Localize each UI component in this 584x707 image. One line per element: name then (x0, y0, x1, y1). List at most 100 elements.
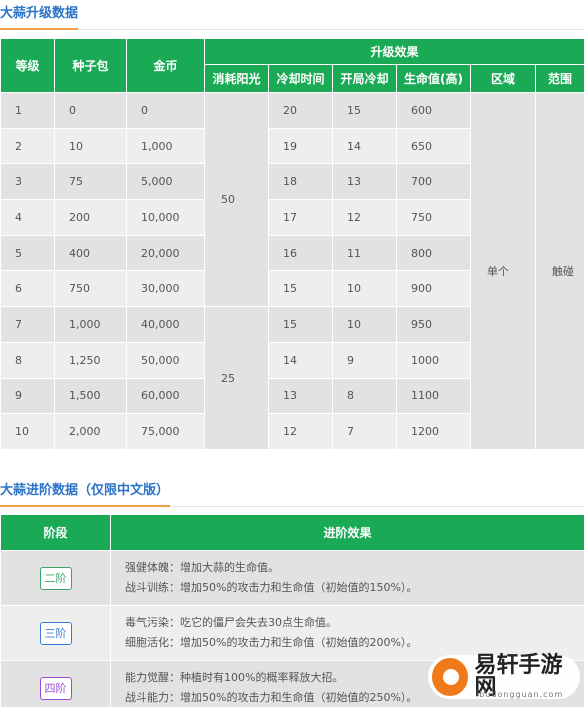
effect-line: 细胞活化：增加50%的攻击力和生命值（初始值的200%）。 (125, 636, 418, 649)
cell-seeds: 1,000 (54, 306, 127, 343)
cell-hp: 1100 (396, 377, 471, 415)
cell-cooldown: 16 (268, 234, 333, 272)
cell-cooldown: 14 (268, 341, 333, 379)
cell-cooldown: 19 (268, 127, 333, 165)
cell-level: 6 (0, 270, 55, 308)
cell-seeds: 0 (54, 92, 127, 129)
cell-gold: 0 (126, 92, 205, 129)
cell-seeds: 10 (54, 127, 127, 165)
cell-start-cooldown: 9 (332, 341, 397, 379)
stage-badge: 二阶 (39, 566, 72, 590)
effect-line: 毒气污染：吃它的僵尸会失去30点生命值。 (125, 616, 337, 629)
cell-area: 单个 (470, 92, 536, 450)
cell-hp: 800 (396, 234, 471, 272)
stage-badge: 三阶 (39, 621, 72, 645)
cell-cooldown: 15 (268, 270, 333, 308)
cell-gold: 1,000 (126, 127, 205, 165)
cell-seeds: 200 (54, 199, 127, 236)
title-rule (0, 29, 584, 30)
header-effect: 进阶效果 (110, 514, 584, 551)
table-row: 二阶 强健体魄：增加大蒜的生命值。 战斗训练：增加50%的攻击力和生命值（初始值… (0, 550, 584, 606)
cell-sun-cost-group1: 50 (204, 91, 269, 308)
cell-start-cooldown: 13 (332, 163, 397, 201)
header-range: 范围 (534, 64, 584, 93)
effect-line: 战斗训练：增加50%的攻击力和生命值（初始值的150%）。 (125, 581, 418, 594)
effect-line: 强健体魄：增加大蒜的生命值。 (125, 561, 279, 574)
cell-start-cooldown: 12 (332, 199, 397, 236)
cell-level: 7 (0, 306, 55, 343)
header-area: 区域 (470, 64, 536, 93)
header-sun-cost: 消耗阳光 (204, 64, 269, 93)
cell-cooldown: 15 (268, 306, 333, 343)
cell-start-cooldown: 10 (332, 270, 397, 308)
cell-hp: 600 (396, 92, 471, 129)
header-upgrade-effect: 升级效果 (203, 38, 584, 65)
stage-badge: 四阶 (39, 676, 72, 700)
site-logo-icon (432, 658, 469, 696)
cell-seeds: 750 (54, 270, 127, 308)
cell-seeds: 75 (54, 163, 127, 201)
title-underline (0, 28, 78, 30)
cell-hp: 1200 (396, 413, 471, 450)
cell-seeds: 1,250 (54, 341, 127, 379)
upgrade-section-title: 大蒜升级数据 (0, 4, 584, 30)
cell-sun-cost-group2: 25 (204, 306, 269, 450)
cell-start-cooldown: 10 (332, 306, 397, 343)
cell-hp: 950 (396, 306, 471, 343)
header-stage: 阶段 (0, 514, 111, 551)
cell-gold: 30,000 (126, 270, 205, 308)
upgrade-table: 等级 种子包 金币 升级效果 消耗阳光 冷却时间 开局冷却 生命值(高) 区域 … (0, 38, 584, 450)
upgrade-section-title-text: 大蒜升级数据 (0, 6, 79, 21)
cell-cooldown: 18 (268, 163, 333, 201)
cell-start-cooldown: 7 (332, 413, 397, 450)
cell-level: 1 (0, 92, 55, 129)
cell-hp: 700 (396, 163, 471, 201)
cell-level: 3 (0, 163, 55, 201)
stage-cell: 二阶 (0, 550, 111, 606)
header-level: 等级 (0, 38, 55, 93)
cell-start-cooldown: 15 (332, 92, 397, 129)
stage-cell: 三阶 (0, 605, 111, 661)
cell-hp: 750 (396, 199, 471, 236)
cell-cooldown: 12 (268, 413, 333, 450)
cell-hp: 1000 (396, 341, 471, 379)
advance-section-title-text: 大蒜进阶数据（仅限中文版） (0, 483, 170, 498)
cell-hp: 650 (396, 127, 471, 165)
cell-gold: 10,000 (126, 199, 205, 236)
site-watermark: 易轩手游网 ibudongguan.com (428, 655, 580, 699)
cell-gold: 40,000 (126, 306, 205, 343)
cell-level: 5 (0, 234, 55, 272)
cell-start-cooldown: 14 (332, 127, 397, 165)
cell-gold: 60,000 (126, 377, 205, 415)
header-gold: 金币 (126, 38, 205, 93)
cell-start-cooldown: 8 (332, 377, 397, 415)
cell-gold: 50,000 (126, 341, 205, 379)
stage-cell: 四阶 (0, 660, 111, 707)
header-start-cooldown: 开局冷却 (332, 64, 397, 93)
cell-level: 2 (0, 127, 55, 165)
table-row: 1 0 0 50 20 15 600 单个 触碰 (0, 91, 584, 450)
title-underline (0, 505, 170, 507)
cell-cooldown: 17 (268, 199, 333, 236)
cell-level: 4 (0, 199, 55, 236)
cell-gold: 20,000 (126, 234, 205, 272)
cell-level: 10 (0, 413, 55, 450)
header-hp: 生命值(高) (396, 64, 471, 93)
cell-cooldown: 20 (268, 92, 333, 129)
effect-cell: 强健体魄：增加大蒜的生命值。 战斗训练：增加50%的攻击力和生命值（初始值的15… (110, 550, 584, 606)
header-seeds: 种子包 (54, 38, 127, 93)
header-cooldown: 冷却时间 (268, 64, 333, 93)
cell-range: 触碰 (534, 92, 584, 450)
cell-seeds: 2,000 (54, 413, 127, 450)
cell-level: 8 (0, 341, 55, 379)
site-watermark-url: ibudongguan.com (476, 690, 564, 699)
cell-seeds: 400 (54, 234, 127, 272)
cell-cooldown: 13 (268, 377, 333, 415)
advance-section-title: 大蒜进阶数据（仅限中文版） (0, 481, 584, 507)
cell-start-cooldown: 11 (332, 234, 397, 272)
cell-level: 9 (0, 377, 55, 415)
cell-hp: 900 (396, 270, 471, 308)
cell-seeds: 1,500 (54, 377, 127, 415)
cell-gold: 5,000 (126, 163, 205, 201)
cell-gold: 75,000 (126, 413, 205, 450)
